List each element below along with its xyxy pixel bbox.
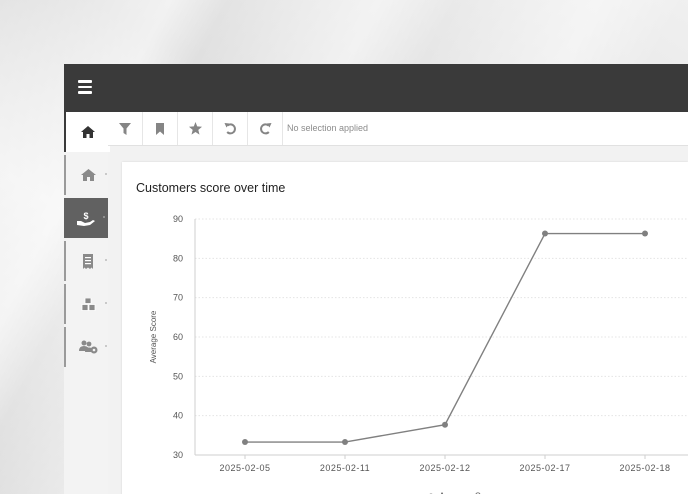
chart-card: Customers score over time 30 40 50 60 70 80 90… bbox=[122, 162, 688, 494]
sidebar-item-home[interactable] bbox=[64, 112, 110, 152]
top-bar bbox=[64, 64, 688, 112]
y-tick-label: 60 bbox=[173, 332, 183, 342]
data-point bbox=[542, 230, 548, 237]
y-axis-label: Average Score bbox=[149, 310, 158, 363]
y-tick-label: 90 bbox=[173, 214, 183, 224]
sidebar-item-home-secondary[interactable] bbox=[64, 155, 110, 195]
line-chart: 30 40 50 60 70 80 90 2025-02-05 2025-02-11 2025-0… bbox=[149, 214, 688, 494]
data-point bbox=[242, 439, 248, 446]
data-point bbox=[342, 439, 348, 446]
x-tick-label: 2025-02-12 bbox=[419, 463, 470, 473]
sidebar-item-customers[interactable] bbox=[64, 327, 110, 367]
y-tick-label: 40 bbox=[173, 411, 183, 421]
x-tick-label: 2025-02-17 bbox=[519, 463, 570, 473]
home-outline-icon bbox=[80, 169, 96, 181]
filter-toolbar: No selection applied bbox=[108, 112, 688, 146]
sidebar-item-inventory[interactable] bbox=[64, 284, 110, 324]
undo-icon bbox=[224, 123, 236, 135]
home-icon bbox=[81, 126, 95, 138]
x-tick-label: 2025-02-11 bbox=[320, 463, 370, 473]
sidebar: $ bbox=[64, 112, 110, 494]
favorite-button[interactable] bbox=[178, 112, 213, 145]
redo-icon bbox=[259, 123, 271, 135]
data-point bbox=[442, 421, 448, 428]
y-tick-label: 30 bbox=[173, 450, 183, 460]
boxes-icon bbox=[81, 297, 95, 311]
selection-status-text: No selection applied bbox=[287, 123, 369, 133]
y-tick-label: 70 bbox=[173, 293, 183, 303]
filter-button[interactable] bbox=[108, 112, 143, 145]
hamburger-menu-icon[interactable] bbox=[78, 80, 92, 94]
sidebar-item-receipts[interactable] bbox=[64, 241, 110, 281]
bookmark-icon bbox=[156, 122, 164, 135]
filter-icon bbox=[119, 122, 131, 135]
app-window: $ No selection applied Customers score o… bbox=[64, 64, 688, 494]
series-line bbox=[245, 232, 645, 443]
hand-dollar-icon: $ bbox=[77, 211, 95, 226]
star-icon bbox=[188, 122, 202, 135]
redo-button[interactable] bbox=[248, 112, 283, 145]
sidebar-item-sales[interactable]: $ bbox=[64, 198, 108, 238]
bookmark-button[interactable] bbox=[143, 112, 178, 145]
y-tick-label: 50 bbox=[173, 371, 183, 381]
user-settings-icon bbox=[78, 340, 97, 354]
x-tick-label: 2025-02-05 bbox=[219, 463, 270, 473]
svg-text:$: $ bbox=[83, 211, 88, 221]
undo-button[interactable] bbox=[213, 112, 248, 145]
data-point bbox=[642, 230, 648, 237]
x-tick-label: 2025-02-18 bbox=[619, 463, 670, 473]
receipt-icon bbox=[83, 253, 93, 269]
y-tick-label: 80 bbox=[173, 253, 183, 263]
